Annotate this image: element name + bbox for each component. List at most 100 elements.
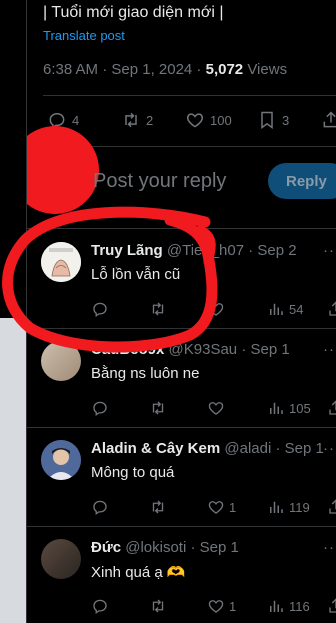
repost-icon	[152, 500, 164, 514]
more-options-icon[interactable]: ···	[323, 539, 336, 556]
repost-action[interactable]	[149, 399, 171, 417]
avatar[interactable]	[41, 440, 81, 480]
share-action[interactable]	[327, 597, 336, 615]
views-action[interactable]: 54	[267, 300, 303, 318]
like-action[interactable]: 100	[185, 110, 232, 130]
left-background-strip	[0, 0, 26, 623]
reply-icon	[93, 500, 107, 516]
reply-action-bar: 1 116	[91, 597, 336, 617]
reply-input[interactable]: Post your reply	[93, 170, 226, 193]
post-action-bar: 4 2 100 3	[47, 110, 336, 132]
like-count: 100	[210, 112, 232, 128]
views-action[interactable]: 116	[267, 597, 310, 615]
repost-icon	[152, 599, 164, 613]
reply-header: Đức @lokisoti · Sep 1	[91, 539, 239, 556]
reply-icon	[93, 302, 107, 318]
views-action[interactable]: 119	[267, 498, 310, 516]
bookmark-action[interactable]: 3	[257, 110, 289, 130]
reply-header: Truy Lãng @Tieu_h07 · Sep 2	[91, 242, 297, 259]
analytics-icon	[270, 600, 283, 612]
post-meta: 6:38 AM · Sep 1, 2024 · 5,072 Views	[43, 61, 287, 78]
share-action[interactable]	[321, 110, 336, 130]
reply-item[interactable]: CâuBéo9x @K93Sau · Sep 1 ··· Bằng ns luô…	[27, 341, 336, 425]
avatar-image	[41, 242, 81, 282]
reply-icon	[93, 401, 107, 417]
more-options-icon[interactable]: ···	[323, 440, 336, 457]
reply-item[interactable]: Truy Lãng @Tieu_h07 · Sep 2 ··· Lỗ lồn v…	[27, 242, 336, 326]
reply-header: Aladin & Cây Kem @aladi · Sep 1	[91, 440, 324, 457]
heart-icon	[186, 113, 204, 128]
view-count: 54	[289, 301, 304, 317]
like-action[interactable]: 1	[207, 498, 236, 516]
reply-button[interactable]: Reply	[268, 163, 336, 199]
handle[interactable]: @aladi	[224, 440, 271, 457]
avatar[interactable]	[41, 539, 81, 579]
heart-icon	[208, 303, 224, 316]
divider	[27, 228, 336, 229]
left-pale-panel	[0, 318, 26, 623]
repost-action[interactable]: 2	[121, 110, 153, 130]
reply-count: 4	[72, 112, 80, 128]
repost-action[interactable]	[149, 498, 171, 516]
handle[interactable]: @K93Sau	[169, 341, 238, 358]
views-label: Views	[243, 61, 288, 78]
post-time[interactable]: 6:38 AM · Sep 1, 2024 ·	[43, 61, 206, 78]
display-name[interactable]: Aladin & Cây Kem	[91, 440, 220, 457]
like-action[interactable]: 1	[207, 597, 236, 615]
analytics-icon	[270, 303, 283, 315]
avatar[interactable]	[41, 341, 81, 381]
like-count: 1	[229, 499, 237, 515]
reply-date[interactable]: · Sep 1	[241, 341, 289, 358]
share-action[interactable]	[327, 498, 336, 516]
reply-action[interactable]	[91, 597, 113, 615]
analytics-icon	[270, 501, 283, 513]
share-action[interactable]	[327, 399, 336, 417]
like-count: 1	[229, 598, 237, 614]
share-icon	[329, 598, 336, 613]
repost-action[interactable]	[149, 597, 171, 615]
reply-action-bar: 1 119	[91, 498, 336, 518]
heart-icon	[208, 600, 224, 613]
post-detail-column: | Tuổi mới giao diện mới | Translate pos…	[26, 0, 336, 623]
avatar[interactable]	[41, 242, 81, 282]
reply-item[interactable]: Aladin & Cây Kem @aladi · Sep 1 ··· Mông…	[27, 440, 336, 524]
repost-icon	[125, 112, 137, 128]
reply-date[interactable]: · Sep 1	[275, 440, 323, 457]
reply-action[interactable]	[91, 300, 113, 318]
reply-date[interactable]: · Sep 2	[248, 242, 296, 259]
translate-post-link[interactable]: Translate post	[43, 28, 125, 43]
reply-composer: Post your reply Reply	[27, 126, 336, 220]
display-name[interactable]: Đức	[91, 539, 121, 556]
reply-action[interactable]	[91, 399, 113, 417]
reply-action[interactable]	[91, 498, 113, 516]
display-name[interactable]: Truy Lãng	[91, 242, 163, 259]
views-action[interactable]: 105	[267, 399, 311, 417]
share-action[interactable]	[327, 300, 336, 318]
divider	[27, 526, 336, 527]
share-icon	[329, 499, 336, 514]
like-action[interactable]	[207, 300, 229, 318]
display-name[interactable]: CâuBéo9x	[91, 341, 164, 358]
like-action[interactable]	[207, 399, 229, 417]
repost-count: 2	[146, 112, 154, 128]
view-count: 119	[289, 499, 310, 515]
heart-icon	[208, 501, 224, 514]
handle[interactable]: @lokisoti	[125, 539, 186, 556]
views-count: 5,072	[205, 61, 244, 78]
repost-icon	[152, 302, 164, 316]
reply-text: Bằng ns luôn ne	[91, 365, 200, 382]
reply-text: Xinh quá ạ 🫶	[91, 564, 186, 581]
more-options-icon[interactable]: ···	[323, 341, 336, 358]
divider	[43, 95, 336, 96]
more-options-icon[interactable]: ···	[323, 242, 336, 259]
heart-icon	[208, 402, 224, 415]
handle[interactable]: @Tieu_h07	[167, 242, 244, 259]
bookmark-count: 3	[282, 112, 290, 128]
reply-icon	[93, 599, 107, 615]
divider	[27, 328, 336, 329]
reply-text: Lỗ lồn vẫn cũ	[91, 266, 181, 283]
repost-action[interactable]	[149, 300, 171, 318]
avatar	[27, 126, 99, 214]
reply-date[interactable]: · Sep 1	[190, 539, 238, 556]
reply-item[interactable]: Đức @lokisoti · Sep 1 ··· Xinh quá ạ 🫶 1…	[27, 539, 336, 623]
